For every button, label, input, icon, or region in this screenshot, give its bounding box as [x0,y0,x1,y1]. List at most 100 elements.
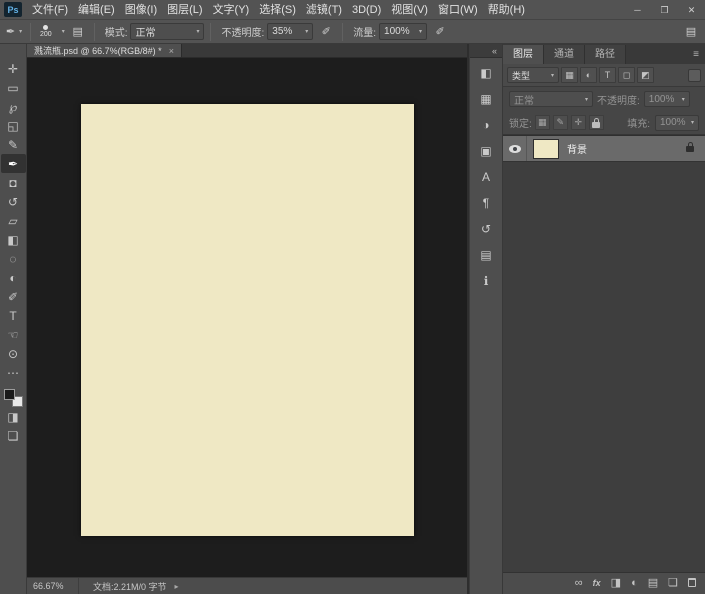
document-tab[interactable]: 溅流瓶.psd @ 66.7%(RGB/8#) * × [27,44,182,57]
character-icon: A [482,170,490,184]
hand-tool[interactable]: ☜ [1,325,26,344]
panel-menu-icon[interactable]: ≡ [687,45,705,64]
smart-object-filter-icon[interactable]: ◩ [637,67,654,83]
tab-layers[interactable]: 图层 [503,45,544,64]
properties-icon: ▤ [480,248,491,262]
dock-info-button[interactable]: ℹ [474,269,498,292]
new-layer-icon[interactable]: ❏ [668,578,678,589]
lock-row: 锁定: ▦ ✎ ✛ 填充: 100% ▾ [503,111,705,135]
layer-list: 背景 [503,135,705,572]
adjustment-filter-icon[interactable]: ◐ [580,67,597,83]
filter-toggle-switch[interactable] [688,69,701,82]
history-brush-icon: ↺ [8,196,18,208]
history-icon: ↺ [481,222,491,236]
dodge-tool[interactable]: ◐ [1,268,26,287]
link-layers-icon[interactable]: ∞ [575,578,583,589]
panel-dock-strip: « ◧ ▦ ◑ ▣ A ¶ ↺ ▤ ℹ [469,44,502,594]
lock-image-pixels-icon[interactable]: ✎ [553,115,568,130]
menu-filter[interactable]: 滤镜(T) [301,0,347,20]
history-brush-tool[interactable]: ↺ [1,192,26,211]
brush-tool[interactable]: ✒ [1,154,26,173]
tool-preset-picker[interactable]: ✒ ▾ [4,23,24,41]
layer-blend-mode-select[interactable]: 正常 ▾ [509,91,593,107]
quick-mask-button[interactable]: ◨ [1,407,26,426]
crop-tool[interactable]: ◱ [1,116,26,135]
menu-view[interactable]: 视图(V) [386,0,433,20]
menu-layer[interactable]: 图层(L) [162,0,207,20]
toggle-brush-panel-button[interactable]: ▤ [68,23,88,41]
pen-tool[interactable]: ✐ [1,287,26,306]
lasso-tool[interactable]: ℘ [1,97,26,116]
tab-channels[interactable]: 通道 [544,45,585,64]
canvas-area[interactable] [27,58,467,577]
toggle-panels-button[interactable]: ▤ [681,23,701,41]
dock-color-button[interactable]: ◧ [474,61,498,84]
new-group-icon[interactable]: ▤ [648,578,658,589]
filter-type-select[interactable]: 类型 ▾ [507,67,559,83]
menu-select[interactable]: 选择(S) [254,0,301,20]
dock-swatches-button[interactable]: ▦ [474,87,498,110]
eraser-tool[interactable]: ▱ [1,211,26,230]
rectangular-marquee-tool[interactable]: ▭ [1,78,26,97]
color-swatches [4,389,23,407]
document-canvas[interactable] [81,104,414,536]
fill-input[interactable]: 100% ▾ [655,115,699,131]
maximize-button[interactable]: ❐ [651,0,678,19]
shape-filter-icon[interactable]: ◻ [618,67,635,83]
caret-down-icon[interactable]: ▾ [62,28,65,35]
lock-all-icon[interactable] [589,115,604,130]
menu-window[interactable]: 窗口(W) [433,0,483,20]
flow-input[interactable]: 100% ▾ [379,23,427,40]
layer-style-icon[interactable]: fx [593,579,601,588]
zoom-level-field[interactable]: 66.67% [27,578,79,594]
layer-opacity-value: 100% [649,94,675,105]
tab-paths[interactable]: 路径 [585,45,626,64]
layer-thumbnail[interactable] [533,139,559,159]
airbrush-toggle-button[interactable]: ✐ [430,23,450,41]
fill-value: 100% [660,117,686,128]
layer-row-background[interactable]: 背景 [503,136,705,162]
menu-3d[interactable]: 3D(D) [347,0,386,20]
status-popup-arrow-icon[interactable]: ▸ [175,582,179,591]
add-layer-mask-icon[interactable]: ◨ [611,578,621,589]
dock-history-button[interactable]: ↺ [474,217,498,240]
minimize-button[interactable]: ─ [624,0,651,19]
brush-size-value: 200 [40,31,52,38]
lock-transparent-pixels-icon[interactable]: ▦ [535,115,550,130]
dock-collapse-button[interactable]: « [470,44,502,58]
screen-mode-button[interactable]: ❏ [1,426,26,445]
close-button[interactable]: ✕ [678,0,705,19]
dock-styles-button[interactable]: ▣ [474,139,498,162]
menu-image[interactable]: 图像(I) [120,0,162,20]
layer-visibility-toggle[interactable] [503,136,527,161]
dock-character-button[interactable]: A [474,165,498,188]
menu-type[interactable]: 文字(Y) [208,0,255,20]
blend-mode-select[interactable]: 正常 ▾ [130,23,204,40]
gradient-tool[interactable]: ◧ [1,230,26,249]
eyedropper-tool[interactable]: ✎ [1,135,26,154]
dock-properties-button[interactable]: ▤ [474,243,498,266]
pixel-filter-icon[interactable]: ▦ [561,67,578,83]
type-filter-icon[interactable]: T [599,67,616,83]
dock-adjustments-button[interactable]: ◑ [474,113,498,136]
new-adjustment-layer-icon[interactable]: ◐ [631,578,638,589]
opacity-input[interactable]: 35% ▾ [267,23,313,40]
menu-file[interactable]: 文件(F) [27,0,73,20]
edit-toolbar-button[interactable]: ⋯ [1,363,26,382]
brush-preset-picker[interactable]: 200 [37,25,55,38]
menu-edit[interactable]: 编辑(E) [73,0,120,20]
dock-paragraph-button[interactable]: ¶ [474,191,498,214]
type-tool[interactable]: T [1,306,26,325]
menu-help[interactable]: 帮助(H) [483,0,530,20]
lock-position-icon[interactable]: ✛ [571,115,586,130]
delete-layer-icon[interactable] [688,578,696,590]
foreground-color-swatch[interactable] [4,389,15,400]
clone-stamp-tool[interactable]: ◘ [1,173,26,192]
tab-close-icon[interactable]: × [169,44,174,58]
tablet-pressure-opacity-button[interactable]: ✐ [316,23,336,41]
move-tool[interactable]: ✛ [1,59,26,78]
zoom-tool[interactable]: ⊙ [1,344,26,363]
blur-tool[interactable]: ◌ [1,249,26,268]
layer-opacity-input[interactable]: 100% ▾ [644,91,690,107]
mode-label: 模式: [105,24,128,39]
